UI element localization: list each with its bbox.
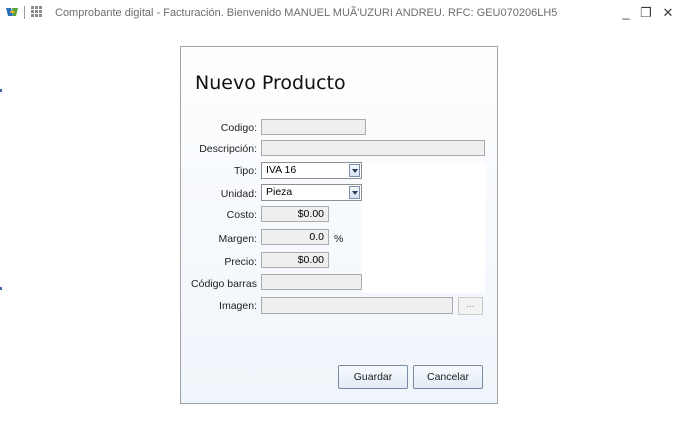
- codigo-label: Codigo:: [220, 122, 257, 134]
- dialog-title: Nuevo Producto: [195, 72, 346, 94]
- window-titlebar: Comprobante digital - Facturación. Bienv…: [0, 0, 680, 26]
- tipo-selected-value: IVA 16: [266, 164, 297, 176]
- descripcion-label: Descripción:: [199, 143, 257, 155]
- close-button[interactable]: ✕: [658, 3, 678, 23]
- minimize-button[interactable]: _: [616, 3, 636, 23]
- cancelar-button[interactable]: Cancelar: [413, 365, 483, 389]
- window-title: Comprobante digital - Facturación. Bienv…: [55, 7, 558, 19]
- codigo-input[interactable]: [261, 119, 366, 135]
- descripcion-input[interactable]: [261, 140, 485, 156]
- margen-percent-unit: %: [334, 233, 344, 245]
- imagen-label: Imagen:: [219, 300, 257, 312]
- chevron-down-icon[interactable]: [349, 164, 360, 177]
- precio-label: Precio:: [224, 256, 257, 268]
- costo-input[interactable]: $0.00: [261, 206, 329, 222]
- unidad-selected-value: Pieza: [266, 186, 293, 198]
- titlebar-separator: [24, 6, 25, 19]
- tipo-label: Tipo:: [234, 165, 257, 177]
- margen-input[interactable]: 0.0: [261, 229, 329, 245]
- nuevo-producto-dialog: Nuevo Producto Codigo: Descripción: Tipo…: [180, 46, 498, 404]
- app-logo-icon[interactable]: [5, 6, 19, 18]
- unidad-label: Unidad:: [220, 188, 257, 200]
- form-panel-background: [361, 163, 485, 293]
- tipo-select[interactable]: IVA 16: [261, 162, 362, 179]
- imagen-path-input[interactable]: [261, 297, 453, 314]
- chevron-down-icon[interactable]: [349, 186, 360, 199]
- costo-label: Costo:: [226, 209, 257, 221]
- edge-marker: [0, 287, 2, 290]
- guardar-button[interactable]: Guardar: [338, 365, 408, 389]
- codigo-barras-label: Código barras: [191, 278, 257, 290]
- margen-label: Margen:: [218, 233, 257, 245]
- grid-menu-icon[interactable]: [31, 6, 42, 17]
- maximize-button[interactable]: ❐: [636, 3, 656, 23]
- edge-marker: [0, 89, 2, 92]
- unidad-select[interactable]: Pieza: [261, 184, 362, 201]
- precio-input[interactable]: $0.00: [261, 252, 329, 268]
- codigo-barras-input[interactable]: [261, 274, 362, 290]
- browse-image-button[interactable]: ...: [458, 297, 483, 315]
